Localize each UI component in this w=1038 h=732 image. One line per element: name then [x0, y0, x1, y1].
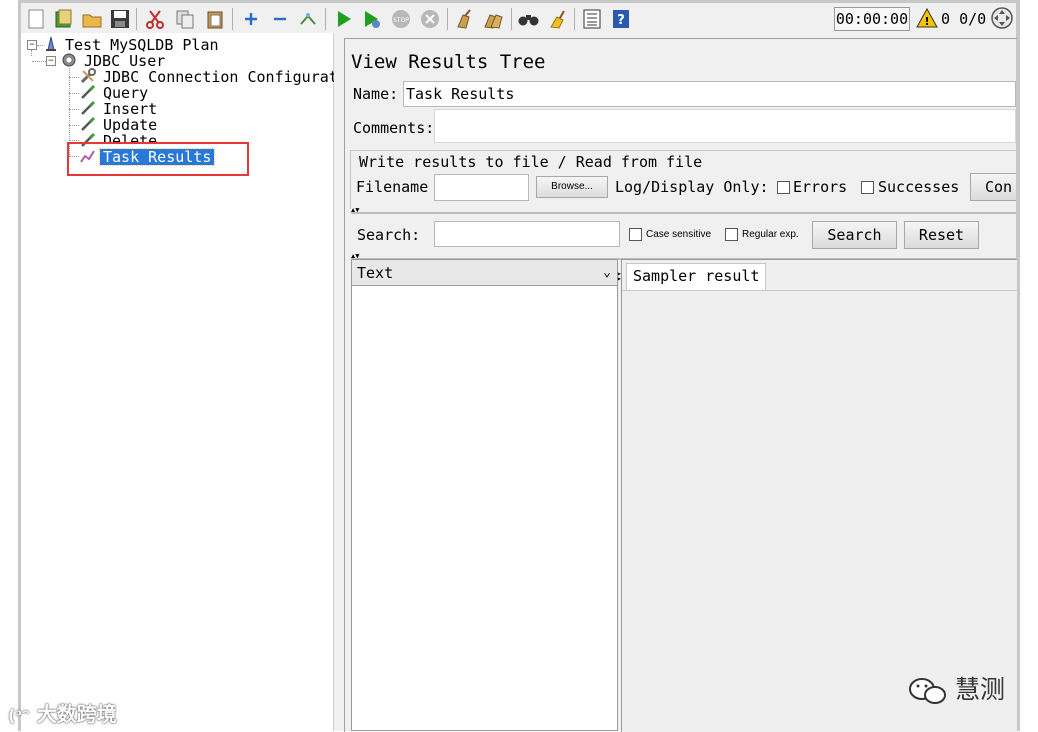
stop-icon[interactable]: STOP — [390, 8, 412, 30]
file-group-title: Write results to file / Read from file — [359, 153, 703, 171]
function-helper-icon[interactable] — [581, 8, 603, 30]
configure-button[interactable]: Con — [970, 173, 1016, 201]
remote-hosts-icon[interactable] — [991, 7, 1013, 29]
results-list-pane: Text ⌄ — [351, 259, 618, 731]
templates-icon[interactable] — [53, 8, 75, 30]
sampler-pipette-icon — [80, 100, 96, 116]
name-label: Name: — [353, 85, 399, 103]
renderer-select-value: Text — [357, 264, 394, 282]
watermark-logo-icon: (ᵓᵔ — [8, 706, 30, 725]
browse-button[interactable]: Browse... — [536, 176, 608, 198]
search-input[interactable] — [434, 221, 620, 247]
case-sensitive-checkbox[interactable] — [629, 228, 642, 241]
paste-icon[interactable] — [204, 8, 226, 30]
clear-all-icon[interactable] — [482, 8, 504, 30]
new-icon[interactable] — [25, 8, 47, 30]
watermark-right-text: 慧测 — [954, 675, 1005, 704]
expand-icon[interactable] — [240, 8, 262, 30]
collapse-root-toggle[interactable]: − — [27, 40, 37, 50]
test-plan-tree: − Test MySQLDB Plan − JDBC User JDBC Con… — [21, 33, 338, 731]
copy-icon[interactable] — [174, 8, 196, 30]
tree-node-thread-group[interactable]: JDBC User — [84, 53, 165, 69]
successes-checkbox[interactable] — [861, 181, 874, 194]
elapsed-timer: 00:00:00 — [834, 7, 910, 31]
shutdown-icon[interactable] — [419, 8, 441, 30]
tree-node-jdbc-config[interactable]: JDBC Connection Configurat — [103, 69, 338, 85]
filename-label: Filename — [356, 178, 429, 196]
red-highlight-box — [67, 142, 249, 176]
svg-text:STOP: STOP — [393, 17, 409, 24]
errors-label: Errors — [793, 178, 848, 196]
regular-exp-checkbox[interactable] — [725, 228, 738, 241]
tab-sampler-result[interactable]: Sampler result — [626, 263, 767, 290]
thread-group-gear-icon — [61, 52, 77, 68]
reset-button[interactable]: Reset — [904, 221, 979, 249]
wrench-icon — [80, 68, 96, 84]
view-results-tree-panel: View Results Tree Name: Task Results Com… — [338, 33, 1019, 732]
watermark-left: (ᵓᵔ 大数跨境 — [8, 698, 117, 727]
svg-text:?: ? — [617, 13, 625, 28]
warning-count-value: 0 — [941, 10, 951, 28]
thread-count: 0/0 — [959, 10, 987, 28]
errors-checkbox[interactable] — [777, 181, 790, 194]
clear-icon[interactable] — [453, 8, 475, 30]
search-label: Search: — [357, 226, 421, 244]
svg-text:!: ! — [924, 15, 929, 28]
tree-node-test-plan[interactable]: Test MySQLDB Plan — [65, 37, 219, 53]
open-icon[interactable] — [81, 8, 103, 30]
main-toolbar: STOP ? 00:00:00 ! 0 0/0 — [21, 3, 1016, 33]
tree-node-query[interactable]: Query — [103, 85, 148, 101]
help-icon[interactable]: ? — [610, 8, 632, 30]
start-no-pause-icon[interactable] — [361, 8, 383, 30]
warning-count: 0 0/0 — [941, 7, 986, 31]
save-icon[interactable] — [109, 8, 131, 30]
start-icon[interactable] — [333, 8, 355, 30]
collapse-thread-group-toggle[interactable]: − — [46, 56, 56, 66]
watermark-left-text: 大数跨境 — [36, 702, 117, 726]
search-button[interactable]: Search — [812, 221, 897, 249]
reset-search-icon[interactable] — [546, 8, 568, 30]
tree-node-update[interactable]: Update — [103, 117, 157, 133]
wechat-logo-icon — [907, 675, 955, 704]
warning-icon[interactable]: ! — [916, 7, 938, 29]
split-divider[interactable] — [351, 212, 1016, 214]
name-field[interactable]: Task Results — [403, 81, 1016, 107]
sampler-pipette-icon — [80, 116, 96, 132]
renderer-select[interactable]: Text ⌄ — [352, 260, 617, 286]
comments-label: Comments: — [353, 119, 435, 137]
watermark-right: 慧测 — [907, 670, 1005, 706]
panel-title: View Results Tree — [351, 51, 546, 73]
result-detail-pane: Sampler result — [621, 259, 1017, 732]
collapse-icon[interactable] — [269, 8, 291, 30]
successes-label: Successes — [878, 178, 960, 196]
toggle-icon[interactable] — [297, 8, 319, 30]
sampler-pipette-icon — [80, 84, 96, 100]
regular-exp-label: Regular exp. — [742, 229, 799, 240]
search-icon[interactable] — [518, 8, 540, 30]
cut-icon[interactable] — [144, 8, 166, 30]
filename-field[interactable] — [434, 174, 529, 201]
chevron-down-icon[interactable]: ⌄ — [603, 260, 611, 286]
comments-field[interactable] — [434, 109, 1016, 143]
test-plan-icon — [43, 36, 59, 52]
case-sensitive-label: Case sensitive — [646, 229, 712, 240]
log-display-label: Log/Display Only: — [615, 178, 769, 196]
tree-node-insert[interactable]: Insert — [103, 101, 157, 117]
